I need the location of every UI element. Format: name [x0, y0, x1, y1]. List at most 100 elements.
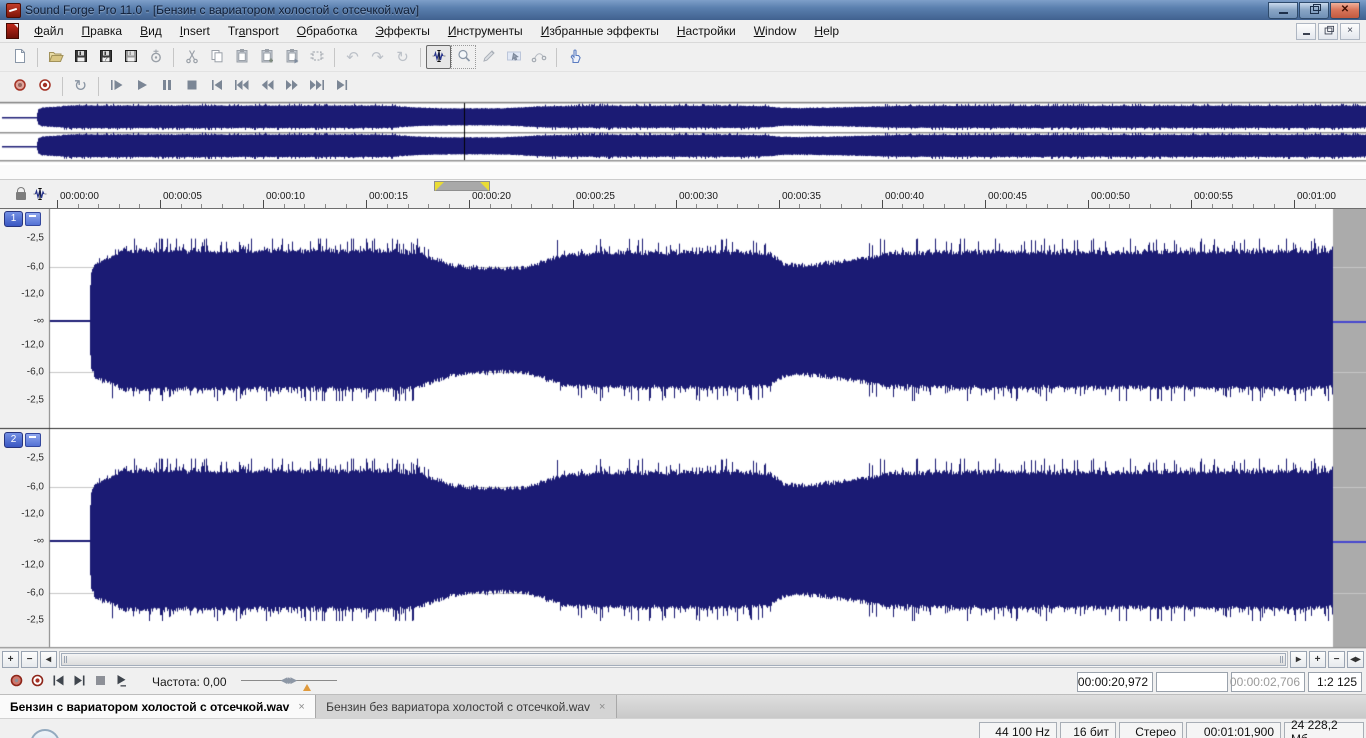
forward-button[interactable] [279, 75, 304, 99]
document-tab-1[interactable]: Бензин с вариатором холостой с отсечкой.… [0, 695, 316, 718]
record-remote-button[interactable] [27, 673, 48, 692]
edit-tool-button[interactable] [426, 45, 451, 69]
paste-to-new-button[interactable] [279, 45, 304, 69]
pause-button[interactable] [154, 75, 179, 99]
event-tool-button[interactable] [501, 45, 526, 69]
frequency-value: 0,00 [203, 675, 227, 689]
stop-button[interactable] [179, 75, 204, 99]
repeat-button[interactable]: ↻ [390, 45, 415, 69]
play-button[interactable] [129, 75, 154, 99]
go-to-end-button[interactable] [69, 673, 90, 692]
undo-button[interactable]: ↶ [340, 45, 365, 69]
rewind-to-start-button[interactable] [229, 75, 254, 99]
go-to-start-icon [208, 77, 226, 96]
overview-waveform[interactable] [0, 102, 1366, 165]
restore-button[interactable] [1299, 1, 1329, 19]
zoom-in-button[interactable]: + [2, 651, 19, 668]
save-button[interactable] [68, 45, 93, 69]
zoom-ratio-box[interactable]: 1:2 125 [1308, 672, 1362, 692]
record-button[interactable] [6, 673, 27, 692]
minimize-button[interactable] [1268, 1, 1298, 19]
new-file-button[interactable] [7, 45, 32, 69]
selection-length-box[interactable]: 00:00:02,706 [1230, 672, 1305, 692]
menu-item-12[interactable]: Help [805, 22, 848, 40]
record-button[interactable] [7, 75, 32, 99]
cut-button[interactable] [179, 45, 204, 69]
loop-region-bar[interactable] [434, 181, 490, 191]
menu-item-5[interactable]: Transport [219, 22, 288, 40]
loop-playback-button[interactable]: ↻ [68, 75, 93, 99]
redo-icon: ↷ [371, 48, 384, 66]
child-minimize-button[interactable] [1296, 22, 1316, 40]
menu-item-4[interactable]: Insert [171, 22, 219, 40]
close-button[interactable]: ✕ [1330, 1, 1360, 19]
copy-button[interactable] [204, 45, 229, 69]
publish-button[interactable] [143, 45, 168, 69]
stop-button[interactable] [90, 673, 111, 692]
menu-item-10[interactable]: Настройки [668, 22, 745, 40]
child-close-button[interactable]: × [1340, 22, 1360, 40]
document-tab-2[interactable]: Бензин без вариатора холостой с отсечкой… [315, 695, 617, 718]
channel-2-badge[interactable]: 2 [4, 432, 23, 448]
channel-1-badge[interactable]: 1 [4, 211, 23, 227]
whats-this-help-button[interactable] [562, 45, 587, 69]
zoom-in-time-button[interactable]: + [1309, 651, 1326, 668]
ruler-tick [820, 204, 821, 208]
play-all-button[interactable] [104, 75, 129, 99]
envelope-tool-button[interactable] [526, 45, 551, 69]
db-scale-label: -2,5 [26, 614, 44, 626]
horizontal-scrollbar[interactable] [59, 651, 1288, 668]
go-to-start-button[interactable] [204, 75, 229, 99]
child-restore-button[interactable] [1318, 22, 1338, 40]
channel-2-minimize-button[interactable] [25, 433, 41, 447]
zoom-out-time-button[interactable]: − [1328, 651, 1345, 668]
play-button[interactable] [111, 673, 132, 692]
ruler-label: 00:01:00 [1297, 191, 1336, 202]
waveform-canvas[interactable] [0, 209, 1366, 648]
menu-item-3[interactable]: Вид [131, 22, 171, 40]
magnify-tool-icon [456, 48, 472, 67]
menu-item-9[interactable]: Избранные эффекты [532, 22, 668, 40]
tab-close-icon[interactable]: × [298, 701, 304, 713]
save-as-button[interactable]: ? [93, 45, 118, 69]
menu-item-11[interactable]: Window [745, 22, 806, 40]
menu-item-2[interactable]: Правка [73, 22, 132, 40]
paste-special-button[interactable] [254, 45, 279, 69]
cursor-position-box[interactable]: 00:00:20,972 [1077, 672, 1153, 692]
ruler-label: 00:00:20 [472, 191, 511, 202]
open-file-button[interactable] [43, 45, 68, 69]
trim-crop-button[interactable] [304, 45, 329, 69]
trim-crop-icon [309, 48, 325, 67]
svg-text:?: ? [104, 56, 108, 63]
paste-special-icon [259, 48, 275, 67]
selection-start-box[interactable] [1156, 672, 1228, 692]
restore-icon [1309, 4, 1321, 14]
record-remote-button[interactable] [32, 75, 57, 99]
scroll-right-button[interactable]: ▸ [1290, 651, 1307, 668]
menu-item-8[interactable]: Инструменты [439, 22, 532, 40]
go-to-end-button[interactable] [329, 75, 354, 99]
zoom-fit-button[interactable]: ◂▸ [1347, 651, 1364, 668]
menu-item-6[interactable]: Обработка [288, 22, 367, 40]
rewind-button[interactable] [254, 75, 279, 99]
playback-rate-slider[interactable]: ◀◆▶ [240, 673, 337, 691]
save-all-button[interactable] [118, 45, 143, 69]
magnify-tool-button[interactable] [451, 45, 476, 69]
forward-to-end-button[interactable] [304, 75, 329, 99]
zoom-out-button[interactable]: − [21, 651, 38, 668]
menu-item-7[interactable]: Эффекты [366, 22, 439, 40]
channel-1-minimize-button[interactable] [25, 212, 41, 226]
time-ruler[interactable]: 00:00:00 00:00:05 00:00:10 00:00:15 00:00:20… [0, 179, 1366, 209]
go-to-start-button[interactable] [48, 673, 69, 692]
pencil-tool-button[interactable] [476, 45, 501, 69]
child-restore-icon [1324, 25, 1334, 35]
ruler-tick [1129, 204, 1130, 208]
scrollbar-thumb[interactable] [61, 653, 1286, 666]
menu-item-1[interactable]: Файл [25, 22, 73, 40]
ruler-tick [304, 204, 305, 208]
scroll-left-button[interactable]: ◂ [40, 651, 57, 668]
redo-button[interactable]: ↷ [365, 45, 390, 69]
paste-button[interactable] [229, 45, 254, 69]
rate-slider-handle[interactable]: ◀◆▶ [281, 675, 298, 686]
tab-close-icon[interactable]: × [599, 701, 605, 713]
